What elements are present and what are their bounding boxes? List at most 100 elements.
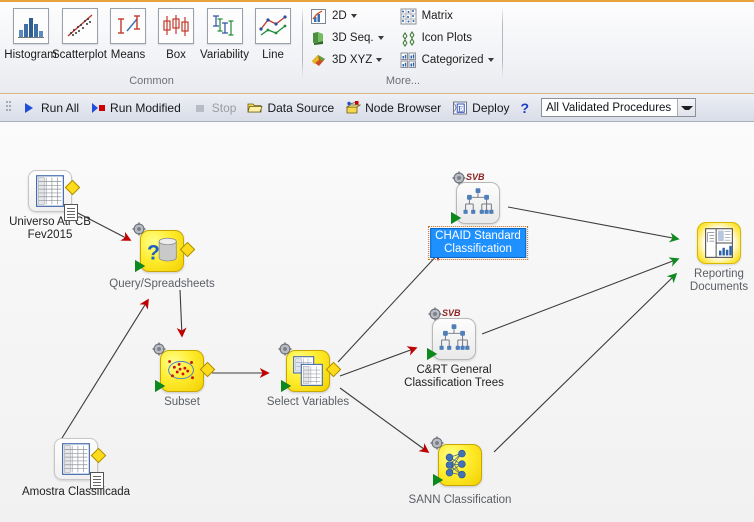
- matrix-plot-icon: [400, 8, 417, 25]
- chevron-down-icon[interactable]: [487, 58, 494, 62]
- ribbon-button-histogram[interactable]: Histogram: [4, 8, 57, 61]
- node-label-line: Classification Trees: [404, 377, 504, 389]
- ribbon-group-common: Histogram Scatterplot Means Box Variabil…: [0, 2, 303, 88]
- input-connector[interactable]: [281, 380, 291, 392]
- node-icon-container[interactable]: SVB: [451, 171, 500, 226]
- ribbon-button-variability[interactable]: Variability: [200, 8, 249, 61]
- gear-icon: [452, 171, 466, 185]
- ribbon-button-icon-plots[interactable]: Icon Plots: [400, 28, 494, 48]
- ribbon-button-label: Categorized: [421, 54, 484, 66]
- chart-2d-icon: [310, 8, 327, 25]
- edge-crt-to-reporting: [481, 257, 680, 335]
- toolbar-button-label: Run Modified: [110, 100, 181, 115]
- edge-query-to-subset: [176, 289, 187, 338]
- procedure-filter-combobox[interactable]: All Validated Procedures: [541, 98, 697, 117]
- folder-open-icon: [247, 100, 264, 116]
- more-column-right: Matrix Icon Plots Categorized: [386, 2, 496, 70]
- node-label: Amostra Classificada: [21, 486, 131, 498]
- toolbar-grip[interactable]: [4, 99, 13, 116]
- procedure-filter-dropdown-button[interactable]: [677, 99, 696, 116]
- svg-text:?: ?: [147, 242, 160, 265]
- ribbon-button-3d-xyz[interactable]: 3D XYZ: [310, 50, 384, 70]
- node-icon-container[interactable]: SVB: [427, 307, 476, 362]
- toolbar-button-stop[interactable]: Stop: [187, 97, 242, 118]
- edge-chaid-to-reporting: [507, 206, 680, 243]
- toolbar-button-node-browser[interactable]: Node Browser: [340, 97, 446, 118]
- ribbon-button-matrix[interactable]: Matrix: [400, 6, 494, 26]
- node-amostra-classificada[interactable]: Amostra Classificada: [22, 438, 130, 498]
- box-plot-icon: [158, 8, 194, 44]
- icon-plots-icon: [400, 30, 417, 47]
- common-gallery: Histogram Scatterplot Means Box Variabil…: [0, 2, 303, 61]
- toolbar-button-deploy[interactable]: E Deploy: [447, 97, 514, 118]
- edge-sann-to-reporting: [493, 272, 678, 453]
- node-reporting-documents[interactable]: Reporting Documents: [690, 222, 748, 293]
- ribbon-button-scatterplot[interactable]: Scatterplot: [52, 8, 107, 61]
- ribbon-button-label: Scatterplot: [52, 49, 107, 61]
- node-label-line: Documents: [689, 281, 749, 293]
- input-connector[interactable]: [155, 380, 165, 392]
- chart-3d-seq-icon: [310, 30, 327, 47]
- ribbon-button-label: Box: [166, 49, 186, 61]
- scatterplot-icon: [61, 8, 98, 44]
- more-column-left: 2D 3D Seq. 3D XYZ: [303, 2, 386, 70]
- toolbar-button-help[interactable]: ?: [516, 97, 535, 118]
- node-icon-container[interactable]: ?: [132, 222, 196, 274]
- chevron-down-icon[interactable]: [350, 14, 357, 18]
- workspace-canvas[interactable]: Universo Atr CB Fev2015 ? Query/Spreadsh…: [0, 122, 754, 522]
- report-icon: [697, 222, 741, 264]
- ribbon-button-label: Line: [262, 49, 284, 61]
- document-badge-icon: [64, 204, 78, 221]
- ribbon-button-box[interactable]: Box: [152, 8, 200, 61]
- node-icon-container[interactable]: [430, 436, 482, 488]
- toolbar-button-run-all[interactable]: Run All: [16, 97, 84, 118]
- select-variables-icon: [286, 350, 330, 392]
- node-subset[interactable]: Subset: [152, 342, 216, 408]
- ribbon-button-means[interactable]: Means: [104, 8, 152, 61]
- ribbon-button-3d-seq[interactable]: 3D Seq.: [310, 28, 384, 48]
- chevron-down-icon[interactable]: [377, 36, 384, 40]
- input-connector[interactable]: [135, 260, 145, 272]
- more-gallery: 2D 3D Seq. 3D XYZ Matrix Icon Plots Cate…: [303, 2, 503, 70]
- gear-icon: [278, 342, 292, 356]
- run-all-icon: [21, 100, 37, 116]
- node-label-line: CHAID Standard: [435, 230, 521, 242]
- node-icon-container[interactable]: [697, 222, 741, 266]
- node-query-spreadsheets[interactable]: ? Query/Spreadsheets: [109, 222, 215, 290]
- node-crt-general-classification-trees[interactable]: SVB C&RT General Classification Trees: [404, 307, 504, 389]
- svb-badge: SVB: [466, 172, 485, 182]
- node-label: Universo Atr CB Fev2015: [9, 216, 91, 242]
- input-connector[interactable]: [433, 474, 443, 486]
- node-select-variables[interactable]: Select Variables: [267, 342, 349, 408]
- chevron-down-icon[interactable]: [376, 58, 383, 62]
- histogram-icon: [12, 8, 49, 44]
- variability-icon: [206, 8, 243, 44]
- node-icon-container[interactable]: [152, 342, 216, 394]
- neural-net-icon: [438, 444, 482, 486]
- node-icon-container[interactable]: [28, 170, 81, 221]
- node-icon-container[interactable]: [54, 438, 107, 489]
- toolbar-button-data-source[interactable]: Data Source: [242, 97, 339, 118]
- gear-icon: [132, 222, 146, 236]
- node-universo-atr-cb[interactable]: Universo Atr CB Fev2015: [9, 170, 91, 241]
- input-connector[interactable]: [427, 348, 437, 360]
- gear-icon: [428, 307, 442, 321]
- node-label-line: Reporting: [694, 268, 744, 280]
- input-connector[interactable]: [451, 212, 461, 224]
- tree-icon: [432, 318, 476, 360]
- node-label[interactable]: CHAID Standard Classification: [428, 226, 528, 260]
- run-modified-icon: [90, 100, 106, 116]
- ribbon-button-line[interactable]: Line: [249, 8, 297, 61]
- query-icon: ?: [140, 230, 184, 272]
- node-sann-classification[interactable]: SANN Classification: [409, 436, 511, 506]
- ribbon-button-2d[interactable]: 2D: [310, 6, 384, 26]
- node-label: Reporting Documents: [690, 268, 748, 294]
- toolbar-button-run-modified[interactable]: Run Modified: [85, 97, 186, 118]
- ribbon-button-categorized[interactable]: Categorized: [400, 50, 494, 70]
- node-chaid-standard-classification[interactable]: SVB CHAID Standard Classification: [428, 171, 528, 260]
- toolbar-button-label: Data Source: [267, 100, 335, 115]
- ribbon-group-list: Histogram Scatterplot Means Box Variabil…: [0, 2, 503, 88]
- toolbar-button-label: Node Browser: [365, 100, 442, 115]
- node-label: Query/Spreadsheets: [109, 278, 215, 290]
- node-icon-container[interactable]: [278, 342, 342, 394]
